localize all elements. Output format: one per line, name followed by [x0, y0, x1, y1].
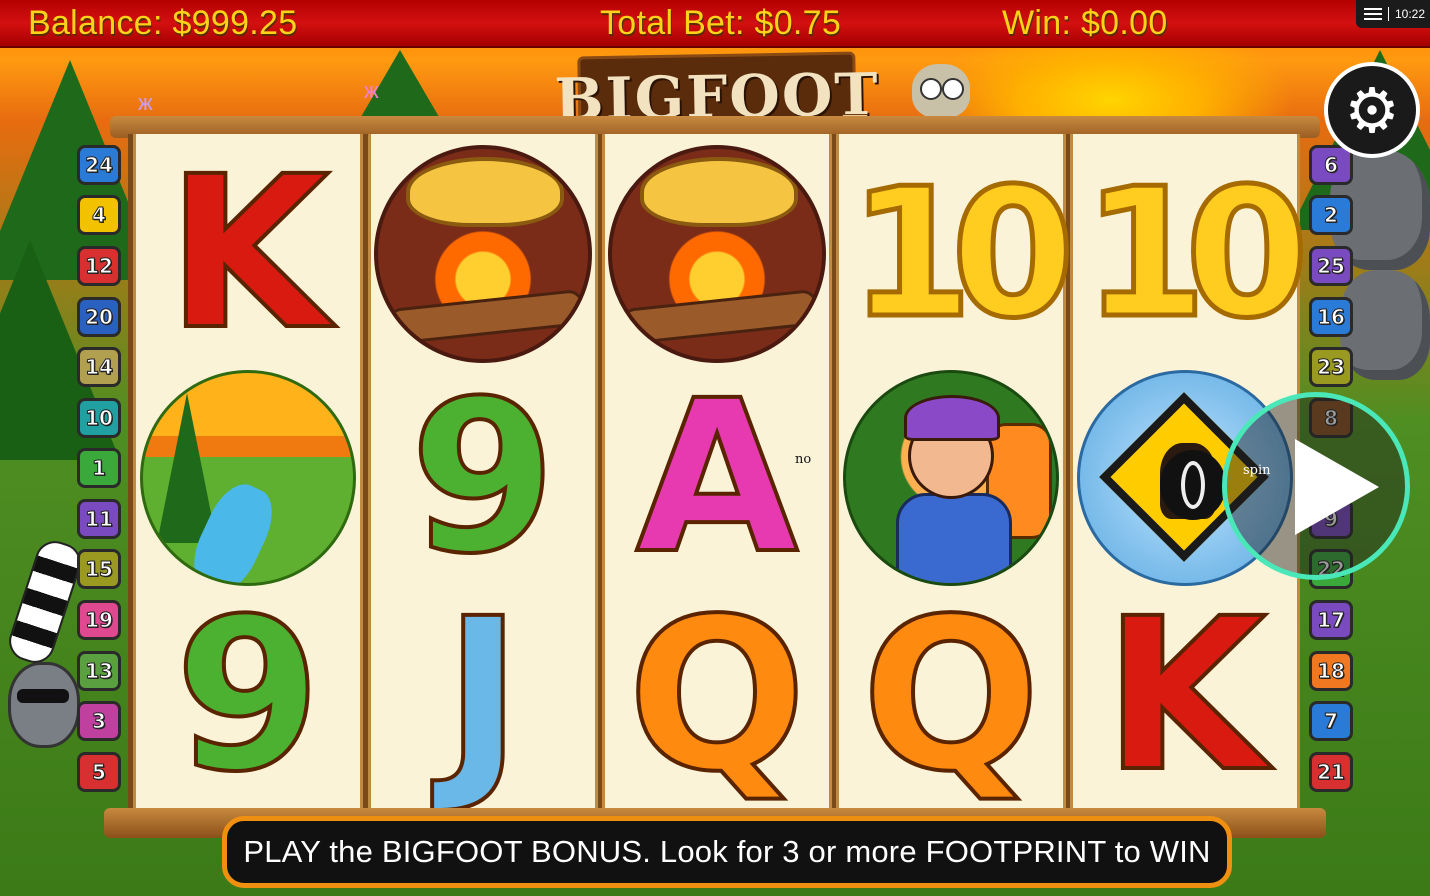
- symbol-q: Q: [860, 573, 1043, 818]
- payline-marker[interactable]: 5: [77, 752, 121, 792]
- payline-marker[interactable]: 18: [1309, 651, 1353, 691]
- payline-marker[interactable]: 3: [77, 701, 121, 741]
- clock-time: 10:22: [1395, 7, 1426, 21]
- reel-3: A Q: [602, 134, 832, 808]
- message-banner: PLAY the BIGFOOT BONUS. Look for 3 or mo…: [222, 816, 1232, 888]
- payline-marker[interactable]: 1: [77, 448, 121, 488]
- payline-marker[interactable]: 17: [1309, 600, 1353, 640]
- raccoon: [8, 662, 80, 748]
- reel-2: 9 J: [368, 134, 598, 808]
- payline-marker[interactable]: 4: [77, 195, 121, 235]
- gear-icon[interactable]: ⚙: [1324, 62, 1420, 158]
- reel-1: K 9: [133, 134, 363, 808]
- butterfly-icon: ж: [364, 78, 379, 103]
- win-display: Win: $0.00: [1002, 4, 1168, 42]
- symbol-k: K: [165, 131, 332, 376]
- status-bar: Balance: $999.25 Total Bet: $0.75 Win: $…: [0, 0, 1430, 48]
- payline-marker[interactable]: 11: [77, 499, 121, 539]
- symbol-q: Q: [626, 573, 809, 818]
- reel-4: 10 Q: [836, 134, 1078, 818]
- payline-marker[interactable]: 12: [77, 246, 121, 286]
- symbol-campfire: [605, 142, 829, 366]
- payline-marker[interactable]: 14: [77, 347, 121, 387]
- payline-marker[interactable]: 24: [77, 145, 121, 185]
- payline-marker[interactable]: 25: [1309, 246, 1353, 286]
- butterfly-icon: ж: [138, 90, 153, 115]
- payline-marker[interactable]: 20: [77, 297, 121, 337]
- play-icon: [1295, 439, 1379, 535]
- symbol-a: A: [634, 355, 801, 600]
- symbol-hiker: [839, 366, 1063, 590]
- payline-marker[interactable]: 23: [1309, 347, 1353, 387]
- symbol-9: 9: [173, 573, 323, 818]
- system-tray: 10:22: [1356, 0, 1430, 28]
- autoplay-ring-icon[interactable]: [1160, 450, 1226, 520]
- symbol-10: 10: [847, 150, 1078, 357]
- spin-button[interactable]: spin: [1222, 392, 1410, 580]
- reel-area: K 9 9 J A Q 10 Q 10 K: [128, 134, 1312, 818]
- balance-display: Balance: $999.25: [28, 4, 298, 42]
- symbol-campfire: [371, 142, 595, 366]
- payline-marker[interactable]: 16: [1309, 297, 1353, 337]
- boulder: [1340, 270, 1430, 380]
- symbol-j: J: [442, 573, 524, 818]
- bonus-message: PLAY the BIGFOOT BONUS. Look for 3 or mo…: [243, 834, 1211, 869]
- payline-marker[interactable]: 7: [1309, 701, 1353, 741]
- symbol-landscape: [136, 366, 360, 590]
- symbol-9: 9: [408, 355, 558, 600]
- payline-marker[interactable]: 21: [1309, 752, 1353, 792]
- payline-marker[interactable]: 10: [77, 398, 121, 438]
- owl: [912, 64, 970, 118]
- symbol-10: 10: [1081, 150, 1312, 357]
- no-label: no: [795, 452, 812, 467]
- payline-marker[interactable]: 19: [77, 600, 121, 640]
- payline-marker[interactable]: 2: [1309, 195, 1353, 235]
- payline-marker[interactable]: 15: [77, 549, 121, 589]
- spin-label: spin: [1243, 463, 1271, 478]
- payline-marker[interactable]: 13: [77, 651, 121, 691]
- total-bet-display: Total Bet: $0.75: [600, 4, 842, 42]
- symbol-k: K: [1102, 573, 1269, 818]
- hamburger-icon[interactable]: [1364, 5, 1382, 23]
